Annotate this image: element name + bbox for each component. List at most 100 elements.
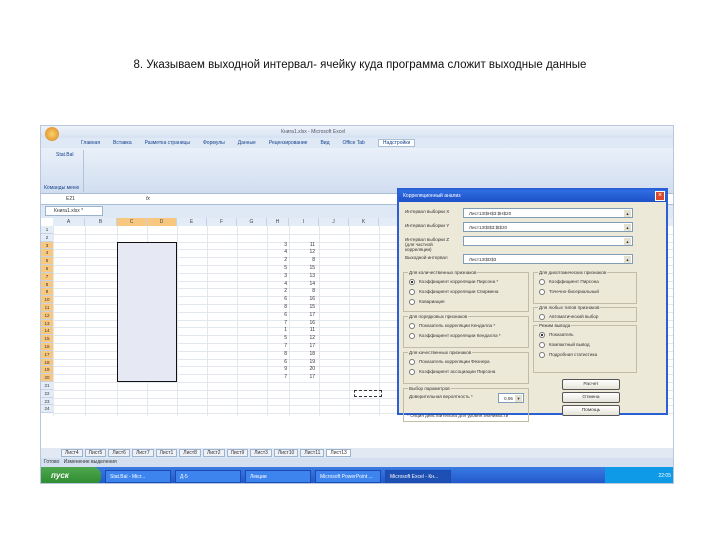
radio-option[interactable]: Компактный вывод xyxy=(539,342,590,348)
radio-option[interactable]: Коэффициент ассоциации Пирсона xyxy=(409,369,495,375)
collapse-range-icon[interactable]: ▴ xyxy=(624,224,631,231)
column-header[interactable]: B xyxy=(85,218,117,226)
cell-H15[interactable]: 5 xyxy=(267,335,287,341)
column-header[interactable]: I xyxy=(289,218,319,226)
cell-I12[interactable]: 17 xyxy=(289,312,315,318)
row-header[interactable]: 19 xyxy=(41,366,53,375)
column-header[interactable]: D xyxy=(147,218,177,226)
row-header[interactable]: 6 xyxy=(41,265,53,273)
radio-option[interactable]: Ковариация xyxy=(409,299,445,305)
cell-H18[interactable]: 6 xyxy=(267,359,287,365)
cell-H6[interactable]: 5 xyxy=(267,265,287,271)
collapse-range-icon[interactable]: ▴ xyxy=(624,210,631,217)
taskbar-item[interactable]: Д-5 xyxy=(175,469,241,483)
sheet-tab[interactable]: Лист13 xyxy=(326,448,351,457)
cell-H16[interactable]: 7 xyxy=(267,343,287,349)
radio-option[interactable]: Показатель xyxy=(539,332,574,338)
column-header[interactable]: A xyxy=(53,218,85,226)
cell-I8[interactable]: 14 xyxy=(289,281,315,287)
cell-H5[interactable]: 2 xyxy=(267,257,287,263)
row-header[interactable]: 16 xyxy=(41,343,53,351)
row-header[interactable]: 9 xyxy=(41,288,53,297)
column-header[interactable]: C xyxy=(117,218,147,226)
start-button[interactable]: пуск xyxy=(41,467,101,483)
sheet-tab[interactable]: Лист8 xyxy=(179,448,201,457)
sheet-tab[interactable]: Лист1 xyxy=(155,448,178,457)
row-header[interactable]: 18 xyxy=(41,358,53,367)
ribbon-tab[interactable]: Вид xyxy=(320,140,329,146)
close-icon[interactable]: × xyxy=(655,191,665,201)
sheet-tab[interactable]: Лист10 xyxy=(273,448,299,457)
column-header[interactable]: G xyxy=(237,218,267,226)
sheet-tab[interactable]: Лист2 xyxy=(202,448,225,457)
cell-I19[interactable]: 20 xyxy=(289,366,315,372)
row-header[interactable]: 10 xyxy=(41,296,53,304)
taskbar-item[interactable]: Stat.Bal - Micr... xyxy=(105,469,171,483)
cell-I13[interactable]: 16 xyxy=(289,320,315,326)
ribbon-tab[interactable]: Надстройки xyxy=(377,139,416,147)
cancel-button[interactable]: Отмена xyxy=(562,392,620,403)
taskbar-item[interactable]: Лекции xyxy=(245,469,311,483)
cell-H8[interactable]: 4 xyxy=(267,281,287,287)
cell-H12[interactable]: 6 xyxy=(267,312,287,318)
row-header[interactable]: 15 xyxy=(41,335,53,343)
row-header[interactable]: 13 xyxy=(41,319,53,328)
chevron-down-icon[interactable]: ▾ xyxy=(515,395,522,402)
sheet-tab[interactable]: Лист4 xyxy=(61,448,83,457)
cell-H4[interactable]: 4 xyxy=(267,249,287,255)
column-header[interactable]: K xyxy=(349,218,379,226)
sheet-tab[interactable]: Лист6 xyxy=(108,448,130,457)
cell-H14[interactable]: 1 xyxy=(267,327,287,333)
range-input[interactable]: Лист13!$D$3 ▴ xyxy=(463,254,633,264)
name-box[interactable]: E21 xyxy=(66,196,75,202)
cell-H11[interactable]: 8 xyxy=(267,304,287,310)
radio-option[interactable]: Коэффициент Пирсона xyxy=(539,279,599,285)
ribbon-tab[interactable]: Данные xyxy=(238,140,256,146)
cell-H7[interactable]: 3 xyxy=(267,273,287,279)
column-header[interactable]: E xyxy=(177,218,207,226)
sheet-tab[interactable]: Лист9 xyxy=(226,448,249,457)
radio-option[interactable]: Показатель корреляции Фехнера xyxy=(409,359,490,365)
collapse-range-icon[interactable]: ▴ xyxy=(624,238,631,245)
row-header[interactable]: 21 xyxy=(41,382,53,390)
ribbon-tab[interactable]: Разметка страницы xyxy=(145,140,190,146)
row-header[interactable]: 2 xyxy=(41,233,53,242)
cell-H13[interactable]: 7 xyxy=(267,320,287,326)
cell-H17[interactable]: 8 xyxy=(267,351,287,357)
cell-H10[interactable]: 6 xyxy=(267,296,287,302)
range-input[interactable]: Лист13!$H$3:$H$20 ▴ xyxy=(463,208,633,218)
sheet-tab[interactable]: Лист3 xyxy=(250,448,272,457)
cell-H3[interactable]: 3 xyxy=(267,242,287,248)
cell-H20[interactable]: 7 xyxy=(267,374,287,380)
row-header[interactable]: 7 xyxy=(41,272,53,281)
cell-I14[interactable]: 11 xyxy=(289,327,315,333)
row-header[interactable]: 4 xyxy=(41,249,53,258)
row-header[interactable]: 14 xyxy=(41,327,53,336)
fx-icon[interactable]: fx xyxy=(146,196,150,202)
ribbon-tab[interactable]: Вставка xyxy=(113,140,132,146)
row-header[interactable]: 8 xyxy=(41,280,53,289)
cell-I7[interactable]: 13 xyxy=(289,273,315,279)
ribbon-tab[interactable]: Рецензирование xyxy=(269,140,308,146)
radio-option[interactable]: Автоматический выбор xyxy=(539,314,598,320)
confidence-select[interactable]: 0,95 ▾ xyxy=(498,393,524,403)
row-header[interactable]: 17 xyxy=(41,350,53,359)
cell-I16[interactable]: 17 xyxy=(289,343,315,349)
radio-option[interactable]: Коэффициент корреляции Спирмена xyxy=(409,289,498,295)
cell-I17[interactable]: 18 xyxy=(289,351,315,357)
cell-I5[interactable]: 8 xyxy=(289,257,315,263)
radio-option[interactable]: Коэффициент корреляции Кендалла * xyxy=(409,333,501,339)
radio-option[interactable]: Показатель корреляции Кендалла * xyxy=(409,323,495,329)
row-header[interactable]: 23 xyxy=(41,397,53,406)
cell-H19[interactable]: 9 xyxy=(267,366,287,372)
ribbon-stat-button[interactable]: Stat.Bal xyxy=(56,152,74,158)
row-header[interactable]: 11 xyxy=(41,304,53,312)
sheet-tab[interactable]: Лист11 xyxy=(300,448,325,457)
cell-I4[interactable]: 12 xyxy=(289,249,315,255)
row-header[interactable]: 24 xyxy=(41,405,53,414)
row-header[interactable]: 20 xyxy=(41,374,53,382)
row-header[interactable]: 22 xyxy=(41,389,53,398)
cell-H9[interactable]: 2 xyxy=(267,288,287,294)
cell-I10[interactable]: 16 xyxy=(289,296,315,302)
cell-I15[interactable]: 12 xyxy=(289,335,315,341)
